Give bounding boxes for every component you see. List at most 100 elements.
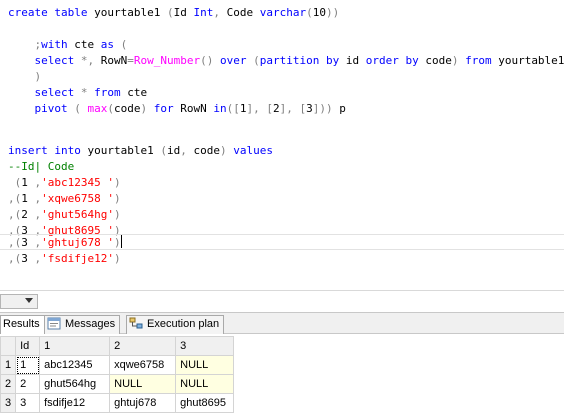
table-cell[interactable]: ghut8695 bbox=[175, 393, 235, 413]
code-line-close-paren[interactable]: ) bbox=[8, 69, 42, 85]
table-cell-null[interactable]: NULL bbox=[175, 355, 235, 375]
results-table: Id 1 2 3 1 1 abc12345 xqwe6758 NULL 2 2 … bbox=[0, 336, 235, 413]
code-token: ) bbox=[113, 208, 121, 221]
code-token: cte bbox=[67, 38, 101, 51]
code-token: partition by bbox=[259, 54, 340, 67]
tab-results-label: Results bbox=[3, 318, 40, 330]
table-cell[interactable]: abc12345 bbox=[39, 355, 111, 375]
code-line-with-cte[interactable]: ;with cte as ( bbox=[8, 37, 128, 53]
code-token: ,( bbox=[8, 208, 22, 221]
tab-execution-plan[interactable]: Execution plan bbox=[126, 315, 225, 334]
row-number[interactable]: 1 bbox=[0, 355, 17, 375]
code-token: code bbox=[418, 54, 452, 67]
column-header[interactable]: 3 bbox=[175, 336, 235, 356]
code-token: 2 bbox=[21, 208, 35, 221]
code-token: ,( bbox=[8, 252, 22, 265]
code-token: ], bbox=[279, 102, 293, 115]
code-token: select bbox=[34, 54, 75, 67]
code-line-value-row[interactable]: ,(1 ,'xqwe6758 ') bbox=[8, 191, 121, 207]
code-line-value-row[interactable]: ,(3 ,'fsdifje12') bbox=[8, 251, 121, 267]
table-row[interactable]: 2 2 ghut564hg NULL NULL bbox=[0, 374, 235, 394]
code-token: from bbox=[94, 86, 121, 99]
column-header[interactable]: 1 bbox=[39, 336, 111, 356]
code-token: RowN bbox=[94, 54, 128, 67]
code-token: 'ghtuj678 ' bbox=[41, 236, 114, 249]
code-token: over bbox=[219, 54, 247, 67]
code-line-value-row[interactable]: ,(2 ,'ghut564hg') bbox=[8, 207, 121, 223]
code-token: ( bbox=[166, 6, 174, 19]
code-token: id bbox=[166, 144, 181, 157]
code-token: from bbox=[465, 54, 492, 67]
code-token: 3 bbox=[21, 252, 35, 265]
code-token: ) bbox=[34, 70, 42, 83]
table-row[interactable]: 3 3 fsdifje12 ghtuj678 ghut8695 bbox=[0, 393, 235, 413]
code-token: as bbox=[100, 38, 114, 51]
results-grid[interactable]: Id 1 2 3 1 1 abc12345 xqwe6758 NULL 2 2 … bbox=[0, 334, 564, 417]
code-token: ])) bbox=[312, 102, 333, 115]
code-token: select bbox=[34, 86, 75, 99]
table-cell-null[interactable]: NULL bbox=[109, 374, 177, 394]
column-header[interactable]: 2 bbox=[109, 336, 177, 356]
code-line-create-table[interactable]: create table yourtable1 (Id Int, Code va… bbox=[8, 5, 339, 21]
table-cell[interactable]: ghut564hg bbox=[39, 374, 111, 394]
code-line-value-row[interactable]: (1 ,'abc12345 ') bbox=[8, 175, 121, 191]
table-cell[interactable]: 2 bbox=[15, 374, 41, 394]
code-line-pivot[interactable]: pivot ( max(code) for RowN in([1], [2], … bbox=[8, 101, 346, 117]
code-token: code bbox=[114, 102, 141, 115]
row-number-header[interactable] bbox=[0, 336, 17, 356]
table-cell[interactable]: 1 bbox=[15, 355, 41, 375]
code-token: id bbox=[339, 54, 366, 67]
column-header[interactable]: Id bbox=[15, 336, 41, 356]
code-token: pivot bbox=[34, 102, 68, 115]
code-line-insert-into[interactable]: insert into yourtable1 (id, code) values bbox=[8, 143, 273, 159]
zoom-dropdown[interactable] bbox=[0, 294, 38, 309]
code-token: 1 bbox=[21, 192, 35, 205]
row-number[interactable]: 2 bbox=[0, 374, 17, 394]
code-token: varchar bbox=[259, 6, 307, 19]
table-cell[interactable]: 3 bbox=[15, 393, 41, 413]
table-header-row: Id 1 2 3 bbox=[0, 336, 235, 356]
code-token: 'ghut564hg' bbox=[41, 208, 114, 221]
code-token: Code bbox=[219, 6, 260, 19]
code-token: 'xqwe6758 ' bbox=[41, 192, 114, 205]
code-token: ) bbox=[219, 144, 227, 157]
code-token: ( bbox=[253, 54, 260, 67]
tab-results[interactable]: Results bbox=[0, 315, 45, 335]
code-token: 1 bbox=[21, 176, 35, 189]
tab-messages[interactable]: Messages bbox=[44, 315, 121, 334]
code-token: ) bbox=[113, 236, 121, 249]
code-token: max bbox=[87, 102, 108, 115]
row-number[interactable]: 3 bbox=[0, 393, 17, 413]
code-token: [ bbox=[266, 102, 273, 115]
code-token: = bbox=[127, 54, 134, 67]
table-cell[interactable]: ghtuj678 bbox=[109, 393, 177, 413]
code-token: ], bbox=[246, 102, 260, 115]
code-line-value-row-current[interactable]: ,(3 ,'ghtuj678 ') bbox=[0, 234, 564, 250]
code-line-comment[interactable]: --Id| Code bbox=[8, 159, 74, 175]
table-cell[interactable]: xqwe6758 bbox=[109, 355, 177, 375]
code-token: * bbox=[80, 86, 88, 99]
table-cell-null[interactable]: NULL bbox=[175, 374, 235, 394]
code-token: ( bbox=[306, 6, 313, 19]
chevron-down-icon bbox=[25, 298, 33, 303]
text-caret bbox=[120, 235, 122, 248]
code-token: , bbox=[180, 144, 187, 157]
table-cell[interactable]: fsdifje12 bbox=[39, 393, 111, 413]
code-token: p bbox=[332, 102, 346, 115]
table-row[interactable]: 1 1 abc12345 xqwe6758 NULL bbox=[0, 355, 235, 375]
code-token: cte bbox=[120, 86, 148, 99]
code-line-select-rownumber[interactable]: select *, RowN=Row_Number() over (partit… bbox=[8, 53, 564, 69]
code-line-select-from-cte[interactable]: select * from cte bbox=[8, 85, 148, 101]
query-editor[interactable]: create table yourtable1 (Id Int, Code va… bbox=[0, 0, 564, 290]
tab-execution-plan-label: Execution plan bbox=[147, 318, 220, 330]
code-token: yourtable1 bbox=[87, 6, 167, 19]
code-token: in bbox=[213, 102, 227, 115]
code-token: 'fsdifje12' bbox=[41, 252, 114, 265]
code-token: ( bbox=[160, 144, 167, 157]
